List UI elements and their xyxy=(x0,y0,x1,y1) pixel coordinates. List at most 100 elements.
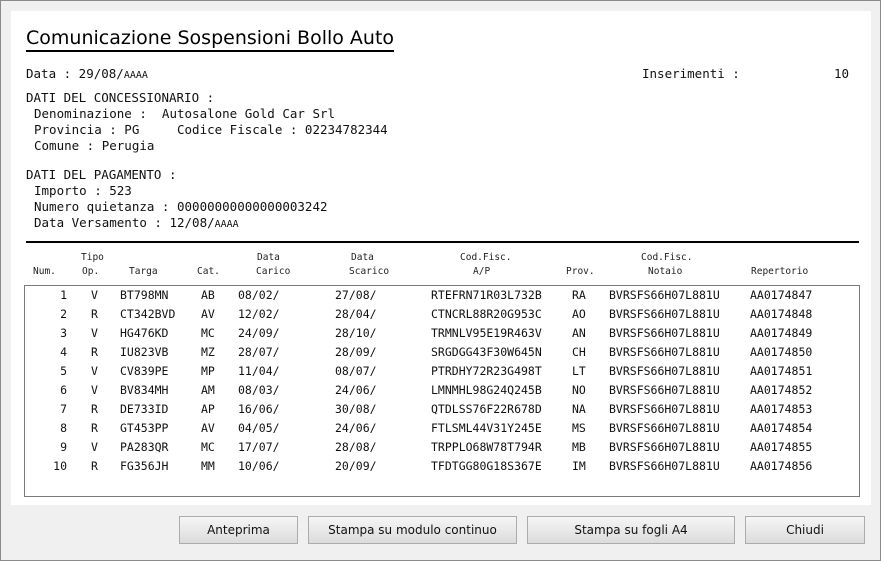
cell-cat: MC xyxy=(201,326,215,340)
cell-cfnot: BVRSFS66H07L881U xyxy=(609,459,720,473)
cell-scarico: 28/04/ xyxy=(335,307,377,321)
table-row: 10 R FG356JH MM 10/06/20/09/TFDTGG80G18S367E… xyxy=(25,457,859,476)
cell-rep: AA0174854 xyxy=(750,421,813,435)
cell-scarico: 08/07/ xyxy=(335,364,377,378)
cell-num: 9 xyxy=(60,440,67,454)
cell-prov: AO xyxy=(572,307,586,321)
inserimenti-value: 10 xyxy=(834,66,850,81)
report-title: Comunicazione Sospensioni Bollo Auto xyxy=(26,27,395,52)
cell-rep: AA0174848 xyxy=(750,307,813,321)
anteprima-button[interactable]: Anteprima xyxy=(179,516,298,544)
cell-targa: IU823VB xyxy=(120,345,169,359)
table-row: 8 R GT453PP AV 04/05/24/06/FTLSML44V31Y245E M… xyxy=(25,419,859,438)
cell-prov: MB xyxy=(572,440,586,454)
cell-carico: 24/09/ xyxy=(238,326,280,340)
cell-op: R xyxy=(91,459,98,473)
col-scarico-2: Scarico xyxy=(349,266,390,277)
col-cat: Cat. xyxy=(197,266,220,277)
cell-rep: AA0174853 xyxy=(750,402,813,416)
cell-cfap: TRPPLO68W78T794R xyxy=(431,440,542,454)
cell-cfnot: BVRSFS66H07L881U xyxy=(609,345,720,359)
cell-cfap: QTDLSS76F22R678D xyxy=(431,402,542,416)
cell-cfap: TFDTGG80G18S367E xyxy=(431,459,542,473)
cell-num: 10 xyxy=(53,459,67,473)
cell-cfap: SRGDGG43F30W645N xyxy=(431,345,542,359)
header-divider xyxy=(26,241,859,243)
col-repertorio: Repertorio xyxy=(751,266,809,277)
cell-cfap: LMNMHL98G24Q245B xyxy=(431,383,542,397)
col-op: Op. xyxy=(82,266,100,277)
cell-carico: 16/06/ xyxy=(238,402,280,416)
cell-scarico: 28/08/ xyxy=(335,440,377,454)
cell-rep: AA0174852 xyxy=(750,383,813,397)
col-cfnot-1: Cod.Fisc. xyxy=(641,252,693,263)
cell-cat: AB xyxy=(201,288,215,302)
col-carico-2: Carico xyxy=(256,266,291,277)
denominazione-line: Denominazione : Autosalone Gold Car Srl xyxy=(34,106,336,121)
inserimenti-label: Inserimenti : xyxy=(642,66,740,81)
data-year: AAAA xyxy=(123,70,148,81)
cell-carico: 17/07/ xyxy=(238,440,280,454)
cell-carico: 08/03/ xyxy=(238,383,280,397)
comune-line: Comune : Perugia xyxy=(34,138,155,153)
cell-op: V xyxy=(91,326,98,340)
cell-prov: RA xyxy=(572,288,586,302)
table-row: 3 V HG476KD MC 24/09/28/10/TRMNLV95E19R463V A… xyxy=(25,324,859,343)
chiudi-button[interactable]: Chiudi xyxy=(745,516,865,544)
importo-line: Importo : 523 xyxy=(34,183,132,198)
cell-cfap: TRMNLV95E19R463V xyxy=(431,326,542,340)
versamento-line: Data Versamento : 12/08/AAAA xyxy=(34,215,239,233)
table-row: 1 V BT798MN AB 08/02/27/08/RTEFRN71R03L732B R… xyxy=(25,286,859,305)
cell-num: 6 xyxy=(60,383,67,397)
cell-carico: 12/02/ xyxy=(238,307,280,321)
cell-num: 8 xyxy=(60,421,67,435)
cell-targa: CT342BVD xyxy=(120,307,176,321)
cell-carico: 28/07/ xyxy=(238,345,280,359)
data-line: Data : 29/08/AAAA xyxy=(26,66,148,84)
cell-targa: BT798MN xyxy=(120,288,169,302)
col-tipo: Tipo xyxy=(81,252,104,263)
table-row: 4 R IU823VB MZ 28/07/28/09/SRGDGG43F30W645N C… xyxy=(25,343,859,362)
table-row: 5 V CV839PE MP 11/04/08/07/PTRDHY72R23G498T L… xyxy=(25,362,859,381)
cell-cat: AV xyxy=(201,307,215,321)
cell-cat: AP xyxy=(201,402,215,416)
cell-carico: 04/05/ xyxy=(238,421,280,435)
cell-prov: AN xyxy=(572,326,586,340)
cell-carico: 10/06/ xyxy=(238,459,280,473)
cell-cfap: CTNCRL88R20G953C xyxy=(431,307,542,321)
stampa-a4-button[interactable]: Stampa su fogli A4 xyxy=(527,516,735,544)
cell-num: 1 xyxy=(60,288,67,302)
dialog-window: Comunicazione Sospensioni Bollo Auto Dat… xyxy=(0,0,881,561)
cell-rep: AA0174856 xyxy=(750,459,813,473)
cell-op: V xyxy=(91,440,98,454)
concessionario-heading: DATI DEL CONCESSIONARIO : xyxy=(26,90,215,105)
cell-cfnot: BVRSFS66H07L881U xyxy=(609,326,720,340)
col-cfnot-2: Notaio xyxy=(648,266,683,277)
cell-carico: 11/04/ xyxy=(238,364,280,378)
table-row: 2 R CT342BVD AV 12/02/28/04/CTNCRL88R20G953C… xyxy=(25,305,859,324)
cell-targa: BV834MH xyxy=(120,383,169,397)
stampa-continuo-button[interactable]: Stampa su modulo continuo xyxy=(308,516,517,544)
cell-prov: CH xyxy=(572,345,586,359)
cell-op: R xyxy=(91,421,98,435)
cell-cfnot: BVRSFS66H07L881U xyxy=(609,307,720,321)
records-table: 1 V BT798MN AB 08/02/27/08/RTEFRN71R03L732B R… xyxy=(24,285,860,497)
cell-targa: PA283QR xyxy=(120,440,169,454)
cell-num: 4 xyxy=(60,345,67,359)
cell-op: R xyxy=(91,402,98,416)
cell-cat: MZ xyxy=(201,345,215,359)
col-prov: Prov. xyxy=(566,266,595,277)
cell-num: 7 xyxy=(60,402,67,416)
cell-num: 5 xyxy=(60,364,67,378)
cell-num: 3 xyxy=(60,326,67,340)
cell-prov: LT xyxy=(572,364,586,378)
cell-cfnot: BVRSFS66H07L881U xyxy=(609,364,720,378)
cell-op: R xyxy=(91,345,98,359)
quietanza-line: Numero quietanza : 00000000000000003242 xyxy=(34,199,328,214)
table-row: 7 R DE733ID AP 16/06/30/08/QTDLSS76F22R678D N… xyxy=(25,400,859,419)
cell-targa: HG476KD xyxy=(120,326,169,340)
cell-rep: AA0174855 xyxy=(750,440,813,454)
cell-cfap: RTEFRN71R03L732B xyxy=(431,288,542,302)
table-row: 6 V BV834MH AM 08/03/24/06/LMNMHL98G24Q245B N… xyxy=(25,381,859,400)
cell-scarico: 30/08/ xyxy=(335,402,377,416)
